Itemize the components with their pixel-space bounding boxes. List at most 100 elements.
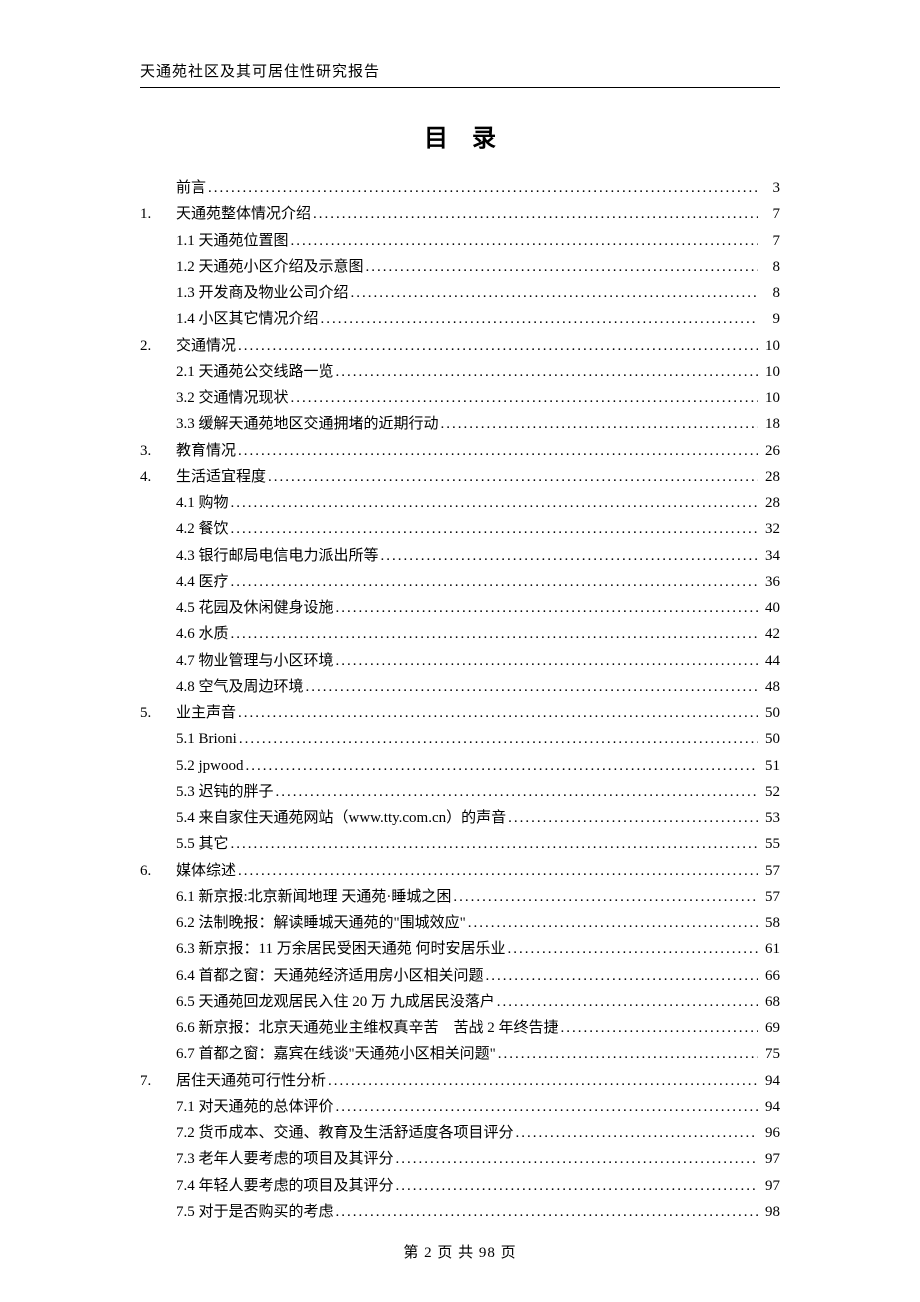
toc-entry-label: 前言 (176, 175, 206, 201)
toc-entry: 7.2 货币成本、交通、教育及生活舒适度各项目评分 96 (140, 1120, 780, 1146)
toc-entry-label: 6.4 首都之窗：天通苑经济适用房小区相关问题 (176, 963, 484, 989)
toc-entry-label: 7.5 对于是否购买的考虑 (176, 1199, 334, 1225)
toc-entry: 6.2 法制晚报：解读睡城天通苑的"围城效应"58 (140, 910, 780, 936)
toc-entry-page: 48 (758, 674, 780, 700)
toc-entry-page: 28 (758, 464, 780, 490)
toc-leader-dots (236, 700, 758, 726)
toc-entry-label: 5.2 jpwood (176, 753, 244, 779)
toc-entry-number: 1. (140, 201, 176, 227)
toc-entry-page: 7 (758, 228, 780, 254)
toc-entry-page: 96 (758, 1120, 780, 1146)
toc-entry-label: 6.6 新京报：北京天通苑业主维权真辛苦 苦战 2 年终告捷 (176, 1015, 559, 1041)
toc-leader-dots (439, 411, 758, 437)
toc-leader-dots (451, 884, 758, 910)
toc-entry-label: 1.2 天通苑小区介绍及示意图 (176, 254, 364, 280)
toc-entry-label: 5.1 Brioni (176, 726, 237, 752)
toc-leader-dots (206, 175, 758, 201)
toc-entry-page: 55 (758, 831, 780, 857)
toc-entry-number: 7. (140, 1068, 176, 1094)
header-divider (140, 87, 780, 88)
toc-entry-label: 4.6 水质 (176, 621, 229, 647)
toc-entry-label: 媒体综述 (176, 858, 236, 884)
toc-leader-dots (514, 1120, 758, 1146)
toc-leader-dots (505, 936, 758, 962)
toc-entry-label: 6.5 天通苑回龙观居民入住 20 万 九成居民没落户 (176, 989, 495, 1015)
toc-entry-page: 28 (758, 490, 780, 516)
toc-entry-page: 66 (758, 963, 780, 989)
toc-entry-label: 7.1 对天通苑的总体评价 (176, 1094, 334, 1120)
toc-leader-dots (466, 910, 758, 936)
toc-leader-dots (559, 1015, 758, 1041)
toc-entry: 2.交通情况10 (140, 333, 780, 359)
toc-entry-page: 40 (758, 595, 780, 621)
toc-leader-dots (506, 805, 758, 831)
toc-entry-page: 36 (758, 569, 780, 595)
toc-leader-dots (326, 1068, 758, 1094)
page-footer: 第 2 页 共 98 页 (0, 1241, 920, 1262)
toc-leader-dots (274, 779, 758, 805)
toc-entry: 5.5 其它55 (140, 831, 780, 857)
toc-entry-label: 1.4 小区其它情况介绍 (176, 306, 319, 332)
toc-entry: 7.4 年轻人要考虑的项目及其评分97 (140, 1173, 780, 1199)
toc-leader-dots (496, 1041, 758, 1067)
toc-entry-page: 52 (758, 779, 780, 805)
toc-leader-dots (229, 621, 758, 647)
toc-entry-label: 4.7 物业管理与小区环境 (176, 648, 334, 674)
toc-entry-page: 75 (758, 1041, 780, 1067)
toc-entry-label: 7.4 年轻人要考虑的项目及其评分 (176, 1173, 394, 1199)
toc-entry-label: 居住天通苑可行性分析 (176, 1068, 326, 1094)
toc-entry-page: 57 (758, 858, 780, 884)
toc-entry-label: 7.3 老年人要考虑的项目及其评分 (176, 1146, 394, 1172)
toc-entry-page: 26 (758, 438, 780, 464)
toc-entry-page: 57 (758, 884, 780, 910)
toc-entry: 1.3 开发商及物业公司介绍8 (140, 280, 780, 306)
toc-entry: 1.天通苑整体情况介绍7 (140, 201, 780, 227)
toc-entry: 4.生活适宜程度28 (140, 464, 780, 490)
toc-entry-label: 4.8 空气及周边环境 (176, 674, 304, 700)
toc-leader-dots (394, 1146, 758, 1172)
toc-entry: 5.业主声音50 (140, 700, 780, 726)
toc-entry-label: 6.1 新京报:北京新闻地理 天通苑·睡城之困 (176, 884, 451, 910)
toc-entry-page: 8 (758, 280, 780, 306)
toc-entry: 6.4 首都之窗：天通苑经济适用房小区相关问题 66 (140, 963, 780, 989)
toc-entry: 1.1 天通苑位置图 7 (140, 228, 780, 254)
toc-leader-dots (289, 385, 758, 411)
toc-leader-dots (334, 1199, 758, 1225)
toc-entry-page: 32 (758, 516, 780, 542)
toc-entry-page: 3 (758, 175, 780, 201)
toc-entry-label: 5.4 来自家住天通苑网站（www.tty.com.cn）的声音 (176, 805, 506, 831)
toc-entry: 1.4 小区其它情况介绍 9 (140, 306, 780, 332)
toc-entry-page: 9 (758, 306, 780, 332)
toc-entry-page: 68 (758, 989, 780, 1015)
toc-entry-page: 18 (758, 411, 780, 437)
toc-entry-label: 4.4 医疗 (176, 569, 229, 595)
toc-leader-dots (229, 490, 758, 516)
toc-entry-label: 业主声音 (176, 700, 236, 726)
running-header: 天通苑社区及其可居住性研究报告 (140, 60, 780, 81)
toc-entry-page: 51 (758, 753, 780, 779)
toc-leader-dots (495, 989, 758, 1015)
toc-entry: 5.1 Brioni 50 (140, 726, 780, 752)
toc-leader-dots (289, 228, 758, 254)
toc-entry: 6.1 新京报:北京新闻地理 天通苑·睡城之困 57 (140, 884, 780, 910)
toc-entry-label: 7.2 货币成本、交通、教育及生活舒适度各项目评分 (176, 1120, 514, 1146)
toc-entry-number: 5. (140, 700, 176, 726)
toc-entry-page: 94 (758, 1094, 780, 1120)
toc-entry-page: 69 (758, 1015, 780, 1041)
table-of-contents: 前言 31.天通苑整体情况介绍71.1 天通苑位置图 7 1.2 天通苑小区介绍及示意… (140, 175, 780, 1225)
toc-entry-label: 1.1 天通苑位置图 (176, 228, 289, 254)
toc-entry: 3.2 交通情况现状10 (140, 385, 780, 411)
toc-entry: 前言 3 (140, 175, 780, 201)
toc-entry: 4.8 空气及周边环境 48 (140, 674, 780, 700)
toc-entry: 5.4 来自家住天通苑网站（www.tty.com.cn）的声音53 (140, 805, 780, 831)
toc-leader-dots (266, 464, 758, 490)
toc-entry-page: 8 (758, 254, 780, 280)
toc-entry-page: 58 (758, 910, 780, 936)
toc-entry-label: 生活适宜程度 (176, 464, 266, 490)
toc-leader-dots (236, 333, 758, 359)
toc-entry: 5.3 迟钝的胖子52 (140, 779, 780, 805)
toc-entry: 4.2 餐饮32 (140, 516, 780, 542)
toc-entry-number: 3. (140, 438, 176, 464)
toc-entry-page: 7 (758, 201, 780, 227)
toc-entry-number: 2. (140, 333, 176, 359)
